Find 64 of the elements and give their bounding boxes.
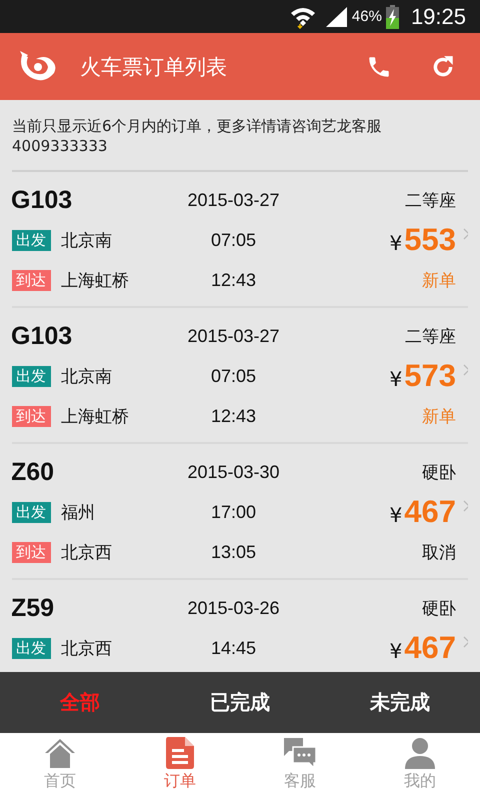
depart-badge: 出发 [12,638,51,658]
ticket-price: 467 [404,494,456,530]
chat-icon [283,737,317,769]
ticket-price: 467 [404,630,456,666]
departure-time: 17:00 [210,502,256,522]
chevron-icon [463,500,468,512]
train-number: G103 [12,186,72,214]
currency-sign: ¥ [390,503,402,527]
person-icon [404,737,436,769]
travel-date: 2015-03-27 [187,190,280,210]
notice-text: 当前只显示近6个月内的订单，更多详情请咨询艺龙客服4009333333 [11,116,383,157]
chevron-icon [463,636,468,648]
order-status: 新单 [422,270,456,292]
train-number: Z59 [12,594,54,622]
arrive-badge: 到达 [12,406,51,426]
page-title: 火车票订单列表 [80,54,228,80]
departure-time: 07:05 [210,230,256,250]
order-status: 取消 [422,542,456,564]
filter-tab[interactable]: 已完成 [160,672,320,733]
signal-icon [326,6,348,26]
seat-class: 硬卧 [422,462,456,484]
station-name: 北京南 [61,366,112,388]
travel-date: 2015-03-27 [187,326,280,346]
home-icon [43,737,77,769]
station-name: 北京西 [61,542,112,564]
filter-tab[interactable]: 未完成 [320,672,480,733]
travel-date: 2015-03-30 [187,462,280,482]
order-card[interactable]: Z60 2015-03-30 硬卧 出发 福州 17:00 ¥467 到达 北京西 13:05 取消 [12,444,468,580]
arrive-badge: 到达 [12,542,51,562]
nav-tab[interactable]: 订单 [120,733,240,800]
station-name: 北京西 [61,638,112,660]
document-icon [165,737,195,769]
arrive-badge: 到达 [12,270,51,290]
chevron-icon [463,228,468,240]
chevron-icon [463,364,468,376]
departure-time: 14:45 [210,638,256,658]
arrival-time: 13:05 [210,542,256,562]
order-status: 新单 [422,406,456,428]
battery-percent: 46% [352,8,382,25]
station-name: 福州 [61,502,95,524]
depart-badge: 出发 [12,502,51,522]
currency-sign: ¥ [390,231,402,255]
station-name: 上海虹桥 [61,406,129,428]
station-name: 上海虹桥 [61,270,129,292]
station-name: 北京南 [61,230,112,252]
arrival-time: 12:43 [210,406,256,426]
departure-time: 07:05 [210,366,256,386]
ticket-price: 553 [404,222,456,258]
clock-time: 19:25 [410,4,466,30]
depart-badge: 出发 [12,230,51,250]
arrival-time: 12:43 [210,270,256,290]
currency-sign: ¥ [390,367,402,391]
depart-badge: 出发 [12,366,51,386]
seat-class: 二等座 [405,326,456,348]
travel-date: 2015-03-26 [187,598,280,618]
currency-sign: ¥ [390,639,402,663]
seat-class: 硬卧 [422,598,456,620]
order-card[interactable]: G103 2015-03-27 二等座 出发 北京南 07:05 ¥573 到达 上海虹桥 12:43 新单 [12,308,468,444]
battery-charging-icon [386,4,399,28]
order-card[interactable]: G103 2015-03-27 二等座 出发 北京南 07:05 ¥553 到达 上海虹桥 12:43 新单 [12,172,468,308]
train-number: Z60 [12,458,54,486]
ticket-price: 573 [404,358,456,394]
train-number: G103 [12,322,72,350]
seat-class: 二等座 [405,190,456,212]
